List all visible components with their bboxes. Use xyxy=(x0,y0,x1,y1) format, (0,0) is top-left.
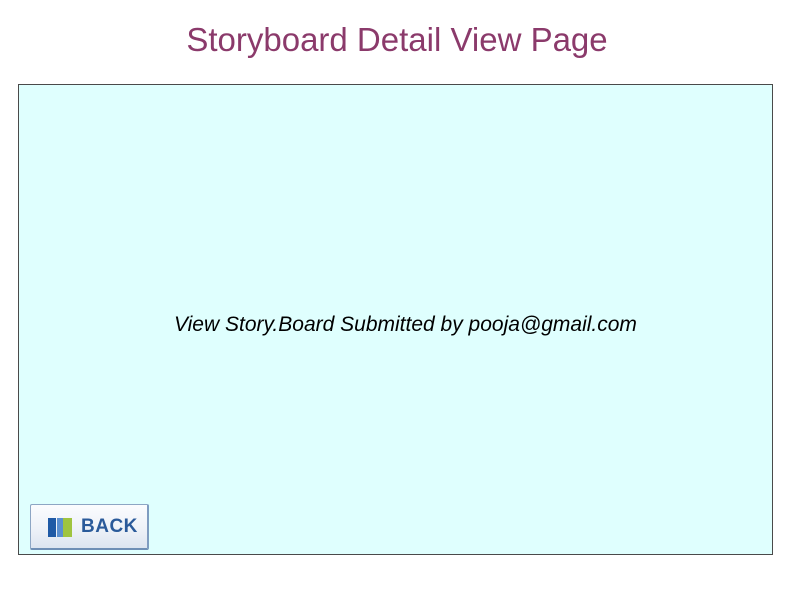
back-icon xyxy=(48,518,72,537)
back-button[interactable]: BACK xyxy=(30,504,149,550)
page-title: Storyboard Detail View Page xyxy=(186,21,608,58)
back-button-label: BACK xyxy=(81,516,138,537)
submitted-by-text: View Story.Board Submitted by pooja@gmai… xyxy=(174,313,637,336)
content-panel: View Story.Board Submitted by pooja@gmai… xyxy=(18,84,773,555)
